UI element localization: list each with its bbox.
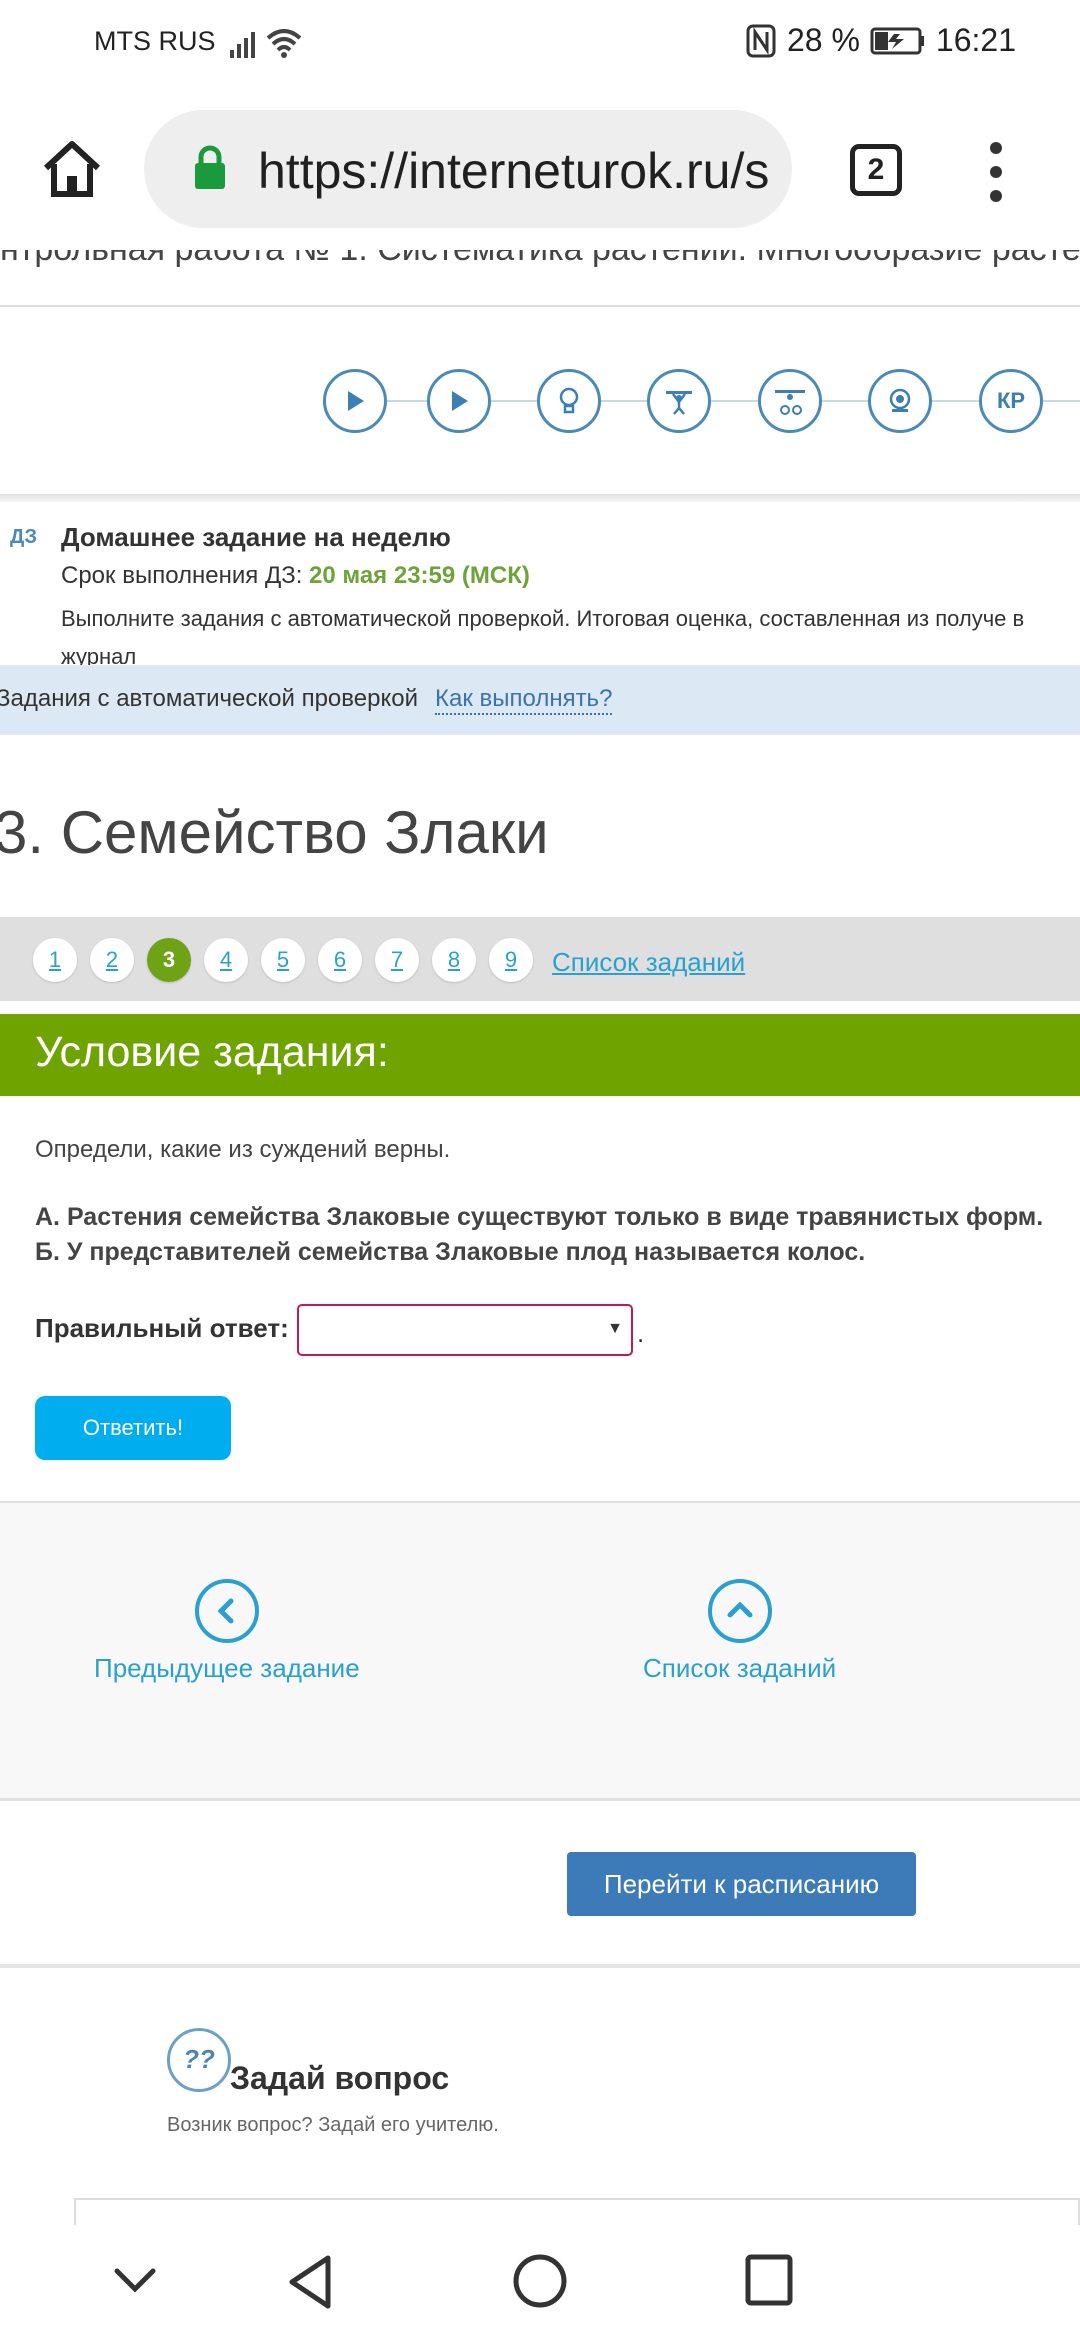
- step-webcam[interactable]: [868, 369, 932, 433]
- address-bar[interactable]: https://interneturok.ru/s: [144, 110, 792, 228]
- step-workout[interactable]: [758, 369, 822, 433]
- step-video-1[interactable]: [323, 369, 387, 433]
- lesson-steps: КР: [0, 369, 1080, 450]
- task-list-link[interactable]: Список заданий: [552, 947, 745, 978]
- page-link-8[interactable]: 8: [432, 938, 476, 982]
- tab-switcher-button[interactable]: 2: [850, 144, 902, 196]
- how-to-link[interactable]: Как выполнять?: [435, 685, 613, 715]
- task-list-nav-link[interactable]: Список заданий: [643, 1579, 836, 1684]
- go-to-schedule-button[interactable]: Перейти к расписанию: [567, 1852, 916, 1916]
- answer-label: Правильный ответ:: [35, 1313, 289, 1343]
- page-link-6[interactable]: 6: [318, 938, 362, 982]
- lightbulb-icon: [559, 387, 579, 414]
- browser-toolbar: https://interneturok.ru/s 2: [0, 84, 1080, 250]
- lesson-title-cut: нтрольная работа № 1. Систематика растен…: [0, 250, 1080, 269]
- answer-select[interactable]: ▼: [297, 1304, 633, 1356]
- task-navigation: Предыдущее задание Список заданий: [0, 1501, 1080, 1801]
- task-list-nav-label: Список заданий: [643, 1653, 837, 1683]
- carrier-name: MTS RUS: [94, 26, 216, 56]
- task-pager: 1 2 3 4 5 6 7 8 9 Список заданий: [0, 917, 1080, 1001]
- battery-charging-icon: [870, 27, 924, 54]
- homework-title: Домашнее задание на неделю: [61, 522, 451, 552]
- web-page: нтрольная работа № 1. Систематика растен…: [0, 250, 1080, 2225]
- condition-header: Условие задания:: [0, 1014, 1080, 1096]
- page-link-1[interactable]: 1: [33, 938, 77, 982]
- statement-b: Б. У представителей семейства Злаковые п…: [35, 1238, 866, 1266]
- recents-icon[interactable]: [744, 2253, 794, 2307]
- chevron-up-icon: [707, 1579, 772, 1643]
- clock: 16:21: [935, 22, 1016, 58]
- question-icon: ??: [167, 2028, 231, 2092]
- page-link-2[interactable]: 2: [90, 938, 134, 982]
- step-trainer[interactable]: [647, 369, 711, 433]
- question-text: Определи, какие из суждений верны.: [35, 1136, 451, 1163]
- page-link-9[interactable]: 9: [489, 938, 533, 982]
- page-link-4[interactable]: 4: [204, 938, 248, 982]
- prev-task-link[interactable]: Предыдущее задание: [94, 1579, 360, 1684]
- condition-body: Определи, какие из суждений верны. А. Ра…: [0, 1096, 1080, 1501]
- auto-check-label: Задания с автоматической проверкой: [0, 685, 418, 712]
- statement-a: А. Растения семейства Злаковые существую…: [35, 1203, 1044, 1231]
- step-video-2[interactable]: [427, 369, 491, 433]
- webcam-icon: [889, 388, 911, 412]
- chevron-left-icon: [194, 1579, 259, 1643]
- prev-task-label: Предыдущее задание: [94, 1653, 360, 1683]
- homework-due-date: 20 мая 23:59 (МСК): [309, 562, 530, 589]
- chevron-down-icon[interactable]: [112, 2265, 158, 2295]
- page-link-5[interactable]: 5: [261, 938, 305, 982]
- signal-wifi-icon: [230, 29, 302, 58]
- battery-percent: 28 %: [786, 22, 860, 58]
- divider: [0, 305, 1080, 307]
- nfc-icon: [746, 24, 776, 57]
- back-icon[interactable]: [284, 2253, 336, 2311]
- step-test[interactable]: КР: [979, 369, 1043, 433]
- ask-question-block: ?? Задай вопрос Возник вопрос? Задай его…: [0, 1968, 1080, 2225]
- task-title: 3. Семейство Злаки: [0, 799, 549, 866]
- homework-badge: ДЗ: [10, 526, 38, 548]
- lock-icon: [195, 145, 225, 189]
- play-icon: [452, 391, 468, 411]
- ask-question-title[interactable]: Задай вопрос: [230, 2060, 449, 2097]
- ask-question-subtitle: Возник вопрос? Задай его учителю.: [167, 2114, 499, 2136]
- auto-check-bar: Задания с автоматической проверкой Как в…: [0, 665, 1080, 735]
- url-text: https://interneturok.ru/s: [258, 143, 770, 199]
- question-form-box[interactable]: [74, 2198, 1080, 2225]
- dropdown-arrow-icon: ▼: [607, 1320, 623, 1337]
- system-navigation-bar: [0, 2225, 1080, 2340]
- menu-icon[interactable]: [984, 142, 1008, 202]
- home-nav-icon[interactable]: [512, 2253, 568, 2309]
- page-link-3-active[interactable]: 3: [147, 938, 191, 982]
- step-idea[interactable]: [537, 369, 601, 433]
- status-bar: MTS RUS 28 % 16:21: [0, 0, 1080, 84]
- bike-icon: [775, 390, 805, 415]
- play-icon: [348, 391, 364, 411]
- homework-block: ДЗ Домашнее задание на неделю Срок выпол…: [0, 502, 1080, 669]
- homework-due: Срок выполнения ДЗ: 20 мая 23:59 (МСК): [61, 562, 530, 589]
- page-link-7[interactable]: 7: [375, 938, 419, 982]
- submit-answer-button[interactable]: Ответить!: [35, 1396, 231, 1460]
- weightlifter-icon: [666, 391, 692, 415]
- condition-header-text: Условие задания:: [35, 1028, 389, 1076]
- home-icon[interactable]: [40, 136, 104, 200]
